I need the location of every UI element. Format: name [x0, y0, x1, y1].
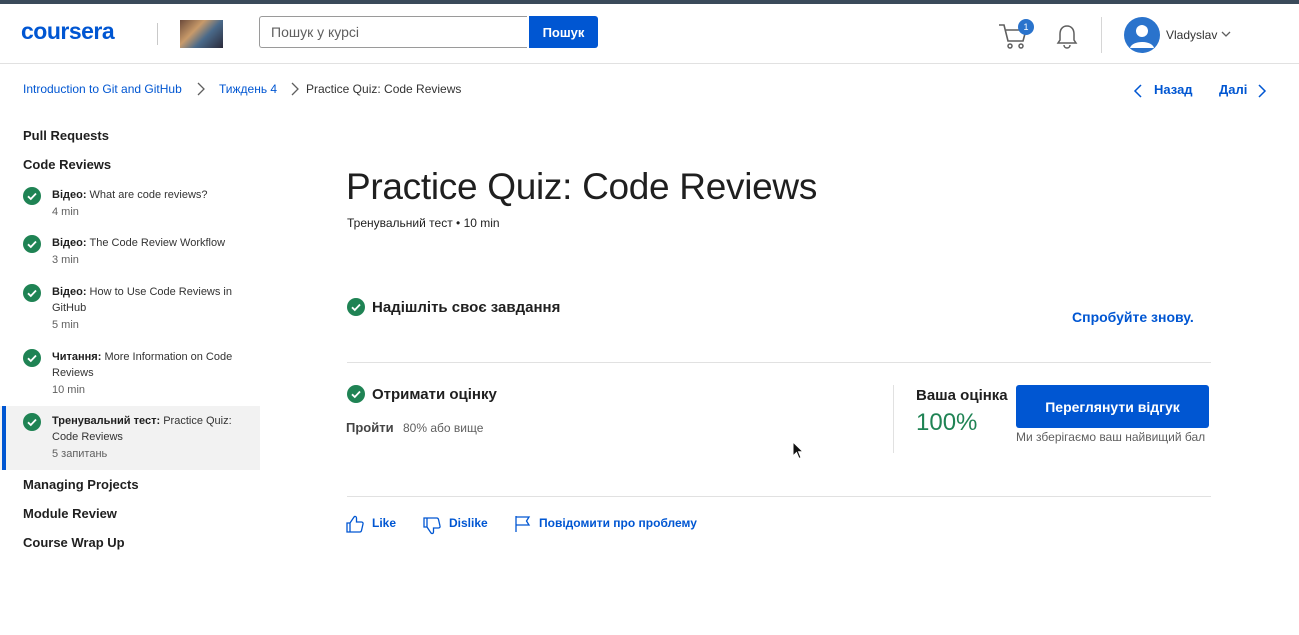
check-circle-icon — [23, 284, 41, 302]
divider — [893, 385, 894, 453]
your-grade-label: Ваша оцінка — [916, 387, 1008, 404]
sidebar-item[interactable]: Відео: How to Use Code Reviews in GitHub… — [0, 281, 260, 337]
page-title: Practice Quiz: Code Reviews — [346, 166, 818, 207]
breadcrumb-course[interactable]: Introduction to Git and GitHub — [23, 82, 182, 96]
report-problem-button[interactable]: Повідомити про проблему — [539, 516, 697, 530]
sidebar-item-meta: 3 min — [52, 254, 79, 266]
your-grade-value: 100% — [916, 409, 978, 436]
user-name[interactable]: Vladyslav — [1166, 28, 1217, 42]
search-input[interactable] — [259, 16, 527, 48]
sidebar-section-code-reviews[interactable]: Code Reviews — [23, 157, 111, 172]
sidebar-item-label: Читання: More Information on Code Review… — [52, 351, 233, 379]
thumbs-down-icon[interactable] — [423, 517, 441, 535]
avatar[interactable] — [1124, 17, 1160, 53]
page-subtitle: Тренувальний тест • 10 min — [347, 216, 500, 230]
sidebar-section-managing-projects[interactable]: Managing Projects — [23, 477, 139, 492]
course-thumbnail[interactable] — [180, 20, 223, 48]
highest-score-note: Ми зберігаємо ваш найвищий бал — [1016, 430, 1206, 444]
header: coursera Пошук 1 Vladyslav — [0, 4, 1299, 64]
chevron-down-icon[interactable] — [1221, 30, 1231, 38]
view-feedback-button[interactable]: Переглянути відгук — [1016, 385, 1209, 428]
breadcrumb-week[interactable]: Тиждень 4 — [219, 82, 277, 96]
check-circle-icon — [23, 413, 41, 431]
sidebar-item-meta: 5 min — [52, 319, 79, 331]
coursera-logo[interactable]: coursera — [21, 18, 115, 45]
logo-divider — [157, 23, 158, 45]
next-button[interactable]: Далі — [1219, 82, 1247, 97]
sidebar-section-course-wrap-up[interactable]: Course Wrap Up — [23, 535, 125, 550]
check-circle-icon — [347, 385, 365, 403]
chevron-right-icon — [197, 82, 205, 96]
divider — [347, 362, 1211, 363]
breadcrumb-current: Practice Quiz: Code Reviews — [306, 82, 462, 96]
sidebar-item[interactable]: Читання: More Information on Code Review… — [0, 346, 260, 402]
sidebar-item-label: Відео: How to Use Code Reviews in GitHub — [52, 286, 232, 314]
check-circle-icon — [23, 349, 41, 367]
pass-label: Пройти — [346, 420, 394, 435]
bell-icon[interactable] — [1056, 24, 1078, 50]
chevron-left-icon[interactable] — [1133, 84, 1143, 98]
divider — [347, 496, 1211, 497]
submit-assignment-title: Надішліть своє завдання — [372, 299, 561, 316]
flag-icon[interactable] — [514, 515, 532, 533]
sidebar-item-active[interactable]: Тренувальний тест: Practice Quiz: Code R… — [0, 406, 260, 470]
chevron-right-icon[interactable] — [1257, 84, 1267, 98]
sidebar-item-meta: 5 запитань — [52, 448, 108, 460]
sidebar-item-meta: 10 min — [52, 384, 86, 396]
sidebar-item-meta: 4 min — [52, 206, 79, 218]
retry-link[interactable]: Спробуйте знову. — [1072, 309, 1194, 325]
check-circle-icon — [347, 298, 365, 316]
like-button[interactable]: Like — [372, 516, 396, 530]
user-icon — [1130, 25, 1154, 48]
sidebar-item[interactable]: Відео: The Code Review Workflow 3 min — [0, 232, 260, 272]
chevron-right-icon — [291, 82, 299, 96]
sidebar-item[interactable]: Відео: What are code reviews? 4 min — [0, 184, 260, 224]
search-button[interactable]: Пошук — [529, 16, 598, 48]
pass-value: 80% або вище — [403, 421, 484, 435]
sidebar-section-module-review[interactable]: Module Review — [23, 506, 117, 521]
mouse-cursor-icon — [792, 441, 804, 460]
cart-count-badge: 1 — [1018, 19, 1034, 35]
check-circle-icon — [23, 235, 41, 253]
sidebar-section-pull-requests[interactable]: Pull Requests — [23, 128, 109, 143]
dislike-button[interactable]: Dislike — [449, 516, 488, 530]
sidebar-item-label: Тренувальний тест: Practice Quiz: Code R… — [52, 415, 232, 443]
sidebar-item-label: Відео: What are code reviews? — [52, 189, 208, 201]
check-circle-icon — [23, 187, 41, 205]
header-divider — [1101, 17, 1102, 53]
thumbs-up-icon[interactable] — [346, 515, 364, 533]
receive-grade-title: Отримати оцінку — [372, 386, 497, 403]
previous-button[interactable]: Назад — [1154, 82, 1193, 97]
sidebar-item-label: Відео: The Code Review Workflow — [52, 237, 226, 249]
